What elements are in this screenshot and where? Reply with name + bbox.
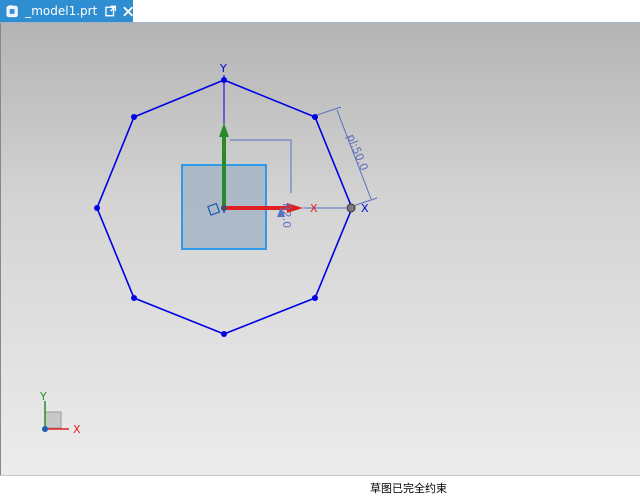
origin-point[interactable] bbox=[221, 205, 227, 211]
side-length-dimension[interactable]: pl:50.0 bbox=[344, 132, 370, 172]
status-message: 草图已完全约束 bbox=[370, 482, 447, 495]
sketch-canvas[interactable]: R2.0 pl:50.0 Y X X Y X bbox=[1, 23, 640, 475]
y-axis-label: Y bbox=[219, 62, 227, 75]
x-end-label: X bbox=[361, 202, 369, 215]
close-icon[interactable] bbox=[122, 6, 133, 17]
part-file-icon bbox=[6, 5, 18, 18]
triad-y-label: Y bbox=[39, 390, 47, 403]
triad-plane bbox=[44, 411, 62, 429]
x-axis-label: X bbox=[310, 202, 318, 215]
x-endpoint-handle[interactable] bbox=[346, 203, 356, 213]
popout-icon[interactable] bbox=[105, 5, 117, 17]
graphics-window[interactable]: R2.0 pl:50.0 Y X X Y X bbox=[0, 23, 640, 475]
tab-model1[interactable]: _model1.prt bbox=[0, 0, 133, 22]
y-axis-arrowhead bbox=[219, 123, 229, 137]
triad-x-label: X bbox=[73, 423, 81, 436]
status-bar: 草图已完全约束 bbox=[0, 475, 640, 499]
document-tab-bar: _model1.prt bbox=[0, 0, 640, 23]
view-triad[interactable]: Y X bbox=[39, 390, 81, 436]
triad-origin bbox=[42, 426, 48, 432]
radius-dimension[interactable]: R2.0 bbox=[280, 203, 293, 228]
tab-title: _model1.prt bbox=[25, 4, 98, 18]
